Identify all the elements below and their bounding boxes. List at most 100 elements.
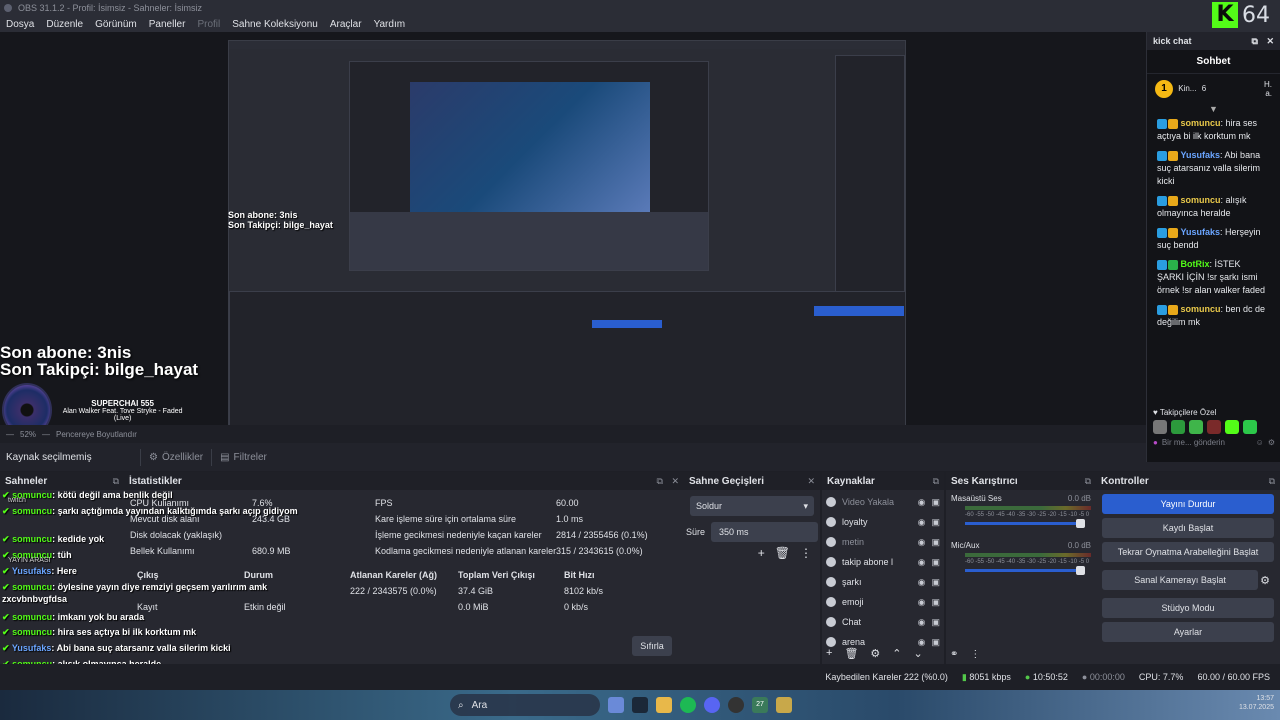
lock-icon[interactable]: ▣ — [931, 577, 940, 588]
source-item[interactable]: Chat ◉ ▣ — [822, 612, 944, 632]
steam-icon[interactable] — [632, 697, 648, 713]
emote-icon[interactable] — [1153, 420, 1167, 434]
link-icon[interactable]: ⚭ — [950, 649, 958, 660]
folder-icon[interactable] — [656, 697, 672, 713]
float-icon[interactable]: ⧉ — [113, 476, 119, 487]
float-icon[interactable]: ⧉ — [1085, 476, 1091, 487]
chat-username[interactable]: somuncu — [1181, 118, 1221, 128]
menu-help[interactable]: Yardım — [368, 19, 412, 30]
menu-edit[interactable]: Düzenle — [40, 19, 89, 30]
source-item[interactable]: Video Yakala ◉ ▣ — [822, 492, 944, 512]
chat-username[interactable]: somuncu — [1181, 304, 1221, 314]
visibility-icon[interactable]: ◉ — [918, 577, 926, 588]
discord-icon[interactable] — [704, 697, 720, 713]
start-recording-button[interactable]: Kaydı Başlat — [1102, 518, 1274, 538]
preview-canvas[interactable]: Son abone: 3nis Son Takipçi: bilge_hayat… — [0, 32, 1146, 425]
filters-button[interactable]: ▤ Filtreler — [211, 448, 275, 466]
lock-icon[interactable]: ▣ — [931, 497, 940, 508]
app-badge-icon[interactable]: 27 — [752, 697, 768, 713]
visibility-icon[interactable]: ◉ — [918, 597, 926, 608]
menu-view[interactable]: Görünüm — [89, 19, 143, 30]
app-icon[interactable] — [776, 697, 792, 713]
duration-input[interactable]: 350 ms — [711, 522, 818, 542]
chat-username[interactable]: Yusufaks — [1181, 227, 1221, 237]
close-icon[interactable]: ✕ — [807, 476, 815, 487]
settings-icon[interactable]: ⚙ — [1268, 438, 1275, 447]
taskbar-clock[interactable]: 13:57 13.07.2025 — [1239, 694, 1274, 712]
menu-scene-collection[interactable]: Sahne Koleksiyonu — [226, 19, 324, 30]
spotify-icon[interactable] — [680, 697, 696, 713]
source-item[interactable]: emoji ◉ ▣ — [822, 592, 944, 612]
emote-icon[interactable] — [1207, 420, 1221, 434]
menu-profile[interactable]: Profil — [191, 19, 226, 30]
float-icon[interactable]: ⧉ — [1269, 476, 1275, 487]
source-item[interactable]: loyalty ◉ ▣ — [822, 512, 944, 532]
source-item[interactable]: şarkı ◉ ▣ — [822, 572, 944, 592]
float-icon[interactable]: ⧉ — [657, 476, 663, 486]
menu-file[interactable]: Dosya — [0, 19, 40, 30]
taskbar-search[interactable]: ⌕ Ara — [450, 694, 600, 716]
stop-streaming-button[interactable]: Yayını Durdur — [1102, 494, 1274, 514]
lock-icon[interactable]: ▣ — [931, 637, 940, 648]
lock-icon[interactable]: ▣ — [931, 597, 940, 608]
fit-to-window-button[interactable]: Pencereye Boyutlandır — [56, 430, 137, 439]
gear-icon[interactable]: ⚙ — [870, 647, 880, 660]
menu-tools[interactable]: Araçlar — [324, 19, 368, 30]
reset-button[interactable]: Sıfırla — [632, 636, 672, 656]
more-icon[interactable]: ⋮ — [800, 546, 812, 560]
chat-username[interactable]: Yusufaks — [1181, 150, 1221, 160]
transition-select[interactable]: Soldur ▾ — [690, 496, 814, 516]
obs-icon[interactable] — [728, 697, 744, 713]
studio-mode-button[interactable]: Stüdyo Modu — [1102, 598, 1274, 618]
menu-docks[interactable]: Paneller — [143, 19, 192, 30]
chevron-up-icon[interactable]: ⌃ — [892, 647, 901, 660]
plus-icon[interactable]: + — [826, 647, 832, 660]
emote-icon[interactable] — [1189, 420, 1203, 434]
tab-chat[interactable]: Sohbet — [1147, 50, 1280, 74]
visibility-icon[interactable]: ◉ — [918, 637, 926, 648]
visibility-icon[interactable]: ◉ — [918, 517, 926, 528]
emote-icon[interactable] — [1171, 420, 1185, 434]
zoom-minus-icon[interactable]: — — [6, 430, 14, 439]
badge-icon — [1157, 150, 1167, 161]
close-icon[interactable]: ✕ — [1266, 36, 1274, 46]
visibility-icon[interactable]: ◉ — [918, 497, 926, 508]
float-icon[interactable]: ⧉ — [933, 476, 939, 487]
zoom-plus-icon[interactable]: — — [42, 430, 50, 439]
visibility-icon[interactable]: ◉ — [918, 537, 926, 548]
close-icon[interactable]: ✕ — [671, 476, 679, 486]
chat-username[interactable]: BotRix — [1181, 259, 1210, 269]
visibility-icon[interactable]: ◉ — [918, 557, 926, 568]
volume-slider[interactable] — [965, 519, 1085, 528]
emoji-icon[interactable]: ☺ — [1256, 438, 1264, 447]
emote-icon[interactable] — [1243, 420, 1257, 434]
chat-message: somuncu: hira ses açtıya bi ilk korktum … — [1147, 114, 1280, 146]
chat-username[interactable]: somuncu — [1181, 195, 1221, 205]
emote-icon[interactable] — [1225, 420, 1239, 434]
trash-icon[interactable]: 🗑 — [844, 647, 858, 660]
settings-button[interactable]: Ayarlar — [1102, 622, 1274, 642]
source-item[interactable]: metin ◉ ▣ — [822, 532, 944, 552]
controls-title: Kontroller — [1101, 475, 1149, 487]
pin-icon[interactable]: ▼ — [1147, 104, 1280, 114]
mic-icon[interactable]: ● — [1153, 438, 1158, 447]
source-item[interactable]: takip abone l ◉ ▣ — [822, 552, 944, 572]
browser-icon[interactable] — [608, 697, 624, 713]
trash-icon[interactable]: 🗑 — [775, 546, 790, 560]
volume-slider[interactable] — [965, 566, 1085, 575]
lock-icon[interactable]: ▣ — [931, 517, 940, 528]
chat-input[interactable]: Bir me... gönderin — [1162, 438, 1252, 447]
zoom-level[interactable]: 52% — [20, 430, 36, 439]
properties-button[interactable]: ⚙ Özellikler — [140, 448, 211, 466]
lock-icon[interactable]: ▣ — [931, 537, 940, 548]
float-icon[interactable]: ⧉ — [1252, 36, 1258, 46]
lock-icon[interactable]: ▣ — [931, 617, 940, 628]
chevron-down-icon[interactable]: ⌄ — [914, 647, 923, 660]
lock-icon[interactable]: ▣ — [931, 557, 940, 568]
plus-icon[interactable]: + — [758, 546, 765, 560]
more-icon[interactable]: ⋮ — [970, 649, 980, 660]
gear-icon[interactable]: ⚙ — [1260, 574, 1270, 587]
start-replay-buffer-button[interactable]: Tekrar Oynatma Arabelleğini Başlat — [1102, 542, 1274, 562]
visibility-icon[interactable]: ◉ — [918, 617, 926, 628]
start-virtual-camera-button[interactable]: Sanal Kamerayı Başlat — [1102, 570, 1259, 590]
